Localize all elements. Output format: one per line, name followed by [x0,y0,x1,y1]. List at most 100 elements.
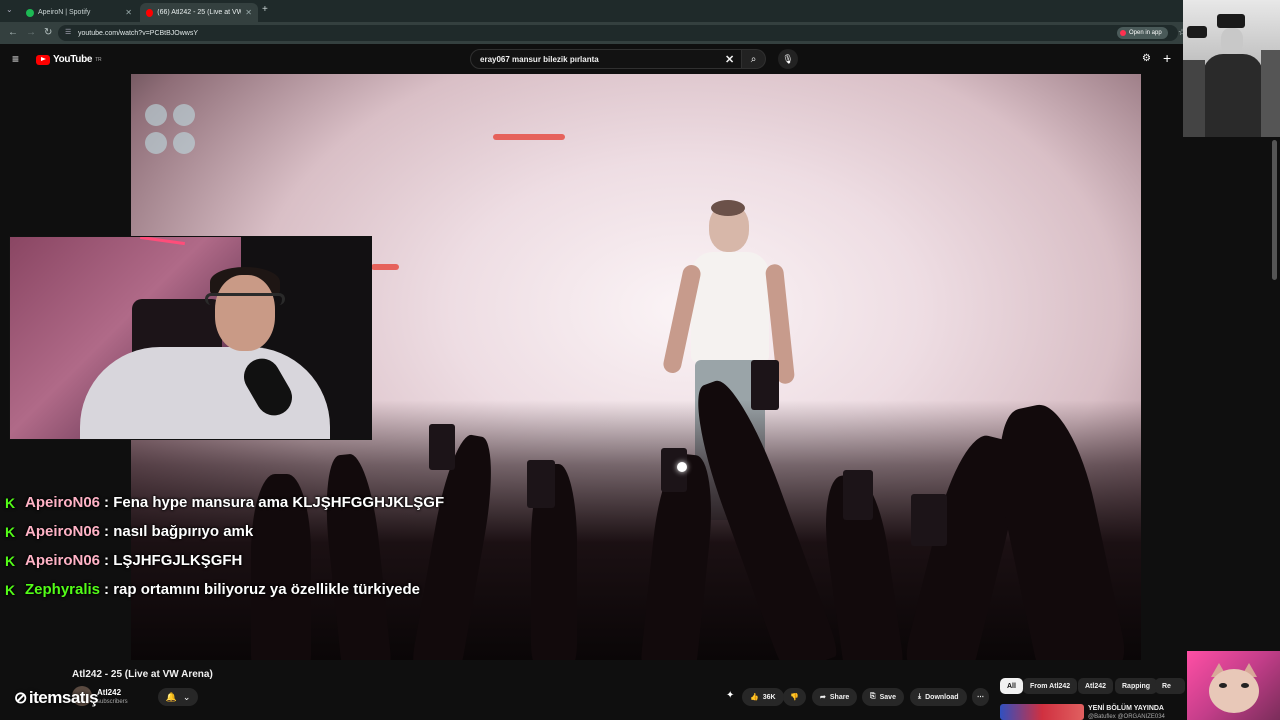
chat-username: ApeiroN06 [25,494,101,511]
clear-search-icon[interactable]: ✕ [725,53,734,66]
sparkle-icon[interactable]: ✦ [726,690,734,701]
reload-icon[interactable]: ↻ [44,27,52,38]
address-bar[interactable]: ☰ youtube.com/watch?v=PCBtBJOwwsY [58,25,1178,41]
cat-overlay [1187,651,1280,720]
close-icon[interactable]: ✕ [245,8,252,17]
chip-channel[interactable]: Atl242 [1078,678,1114,694]
youtube-icon [146,8,154,17]
phone [429,424,455,470]
tab-title: ApeiroN | Spotify [38,9,91,16]
search-button[interactable]: ⌕ [742,49,766,69]
open-in-app-label: Open in app [1129,30,1162,36]
stage-light [145,132,167,154]
download-button[interactable]: ⤓ Download [910,688,967,706]
chip-from-channel[interactable]: From Atl242 [1023,678,1078,694]
kick-icon: K [5,552,16,569]
webcam-overlay [9,236,372,440]
more-actions-button[interactable]: ⋯ [972,688,989,706]
thumbs-down-icon: 👎 [790,694,799,701]
stage-light [173,132,195,154]
phone-flash [677,462,687,472]
microphone-icon: 🎙 [782,53,794,64]
dislike-button[interactable]: 👎 [783,688,806,706]
scrollbar[interactable] [1272,140,1277,280]
stage-light [173,104,195,126]
share-button[interactable]: ➦ Share [812,688,858,706]
notification-button[interactable]: 🔔 ⌄ [158,688,198,706]
add-icon[interactable]: + [1163,50,1171,66]
chevron-down-icon: ⌄ [182,691,191,702]
chat-username: ApeiroN06 [25,523,101,540]
new-tab-icon[interactable]: + [262,4,268,15]
voice-search-button[interactable]: 🎙 [778,49,798,69]
chat-message: K ApeiroN06 : LŞJHFGJLKŞGFH [5,546,605,575]
stream-chat-overlay: K ApeiroN06 : Fena hype mansura ama KLJŞ… [5,488,605,604]
search-icon: ⌕ [750,53,757,65]
headphones [205,293,285,305]
chip-rapping[interactable]: Rapping [1115,678,1157,694]
close-icon[interactable]: ✕ [125,8,132,17]
bell-icon: 🔔 [165,691,177,702]
save-label: Save [879,693,896,701]
channel-name[interactable]: Atl242 [97,688,121,697]
chat-text: : Fena hype mansura ama KLJŞHFGGHJKLŞGF [104,494,445,511]
recommendation-channel: @Batuflex @ORGANIZE034 [1088,714,1165,720]
browser-toolbar: ← → ↻ ☰ youtube.com/watch?v=PCBtBJOwwsY … [0,22,1280,44]
phone [911,494,947,546]
video-title: Atl242 - 25 (Live at VW Arena) [72,669,213,680]
itemsatis-logo: ⊘ itemsatış [14,688,99,708]
tab-spotify[interactable]: ApeiroN | Spotify ✕ [20,3,138,22]
share-label: Share [829,693,850,701]
itemsatis-logo-icon: ⊘ [14,690,27,707]
chat-username: ApeiroN06 [25,552,101,569]
youtube-header: ≡ YouTube TR eray067 mansur bilezik pırl… [0,44,1280,74]
chip-all[interactable]: All [1000,678,1023,694]
chat-text: : nasıl bağpırıyo amk [104,523,254,540]
youtube-play-icon [36,54,50,65]
download-label: Download [925,693,959,701]
kick-icon: K [5,494,16,511]
save-button[interactable]: ⎘ Save [862,688,904,706]
recommendation-title[interactable]: YENİ BÖLÜM YAYINDA [1088,705,1164,712]
more-icon: ⋯ [977,694,984,701]
chat-text: : rap ortamını biliyoruz ya özellikle tü… [104,581,420,598]
like-count: 36K [762,693,776,701]
chat-message: K ApeiroN06 : Fena hype mansura ama KLJŞ… [5,488,605,517]
chat-username: Zephyralis [25,581,101,598]
region-code: TR [95,56,102,63]
youtube-icon [1120,30,1126,36]
tab-youtube[interactable]: (66) Atl242 - 25 (Live at VW Arena) ✕ [140,3,258,22]
download-icon: ⤓ [918,693,922,700]
subscriber-count: subscribers [97,699,128,705]
stage-light [371,264,399,270]
tab-list-icon[interactable]: ⌄ [6,5,13,14]
share-icon: ➦ [820,694,826,701]
chat-text: : LŞJHFGJLKŞGFH [104,552,243,569]
search-input[interactable]: eray067 mansur bilezik pırlanta ✕ [470,49,742,69]
search-value: eray067 mansur bilezik pırlanta [480,54,599,64]
url-text: youtube.com/watch?v=PCBtBJOwwsY [78,29,199,37]
chat-message: K ApeiroN06 : nasıl bağpırıyo amk [5,517,605,546]
itemsatis-logo-text: itemsatış [28,688,99,707]
forward-icon[interactable]: → [26,27,36,38]
bookmark-icon: ⎘ [870,693,876,700]
open-in-app-button[interactable]: Open in app [1117,27,1168,39]
like-button[interactable]: 👍 36K [742,688,784,706]
chat-message: K Zephyralis : rap ortamını biliyoruz ya… [5,575,605,604]
back-icon[interactable]: ← [8,27,18,38]
kick-icon: K [5,523,16,540]
logo-text: YouTube [53,54,93,65]
phone [843,470,873,520]
chip-more[interactable]: Re [1155,678,1185,694]
thumbs-up-icon: 👍 [750,694,759,701]
phone [751,360,779,410]
stage-light [493,134,565,140]
site-info-icon[interactable]: ☰ [65,28,71,36]
create-icon[interactable]: ⚙ [1142,53,1151,64]
youtube-logo[interactable]: YouTube TR [36,54,102,65]
menu-icon[interactable]: ≡ [12,52,19,66]
stage-light [145,104,167,126]
historic-photo-overlay [1183,0,1280,137]
kick-icon: K [5,581,16,598]
recommendation-thumbnail[interactable] [1000,704,1084,720]
